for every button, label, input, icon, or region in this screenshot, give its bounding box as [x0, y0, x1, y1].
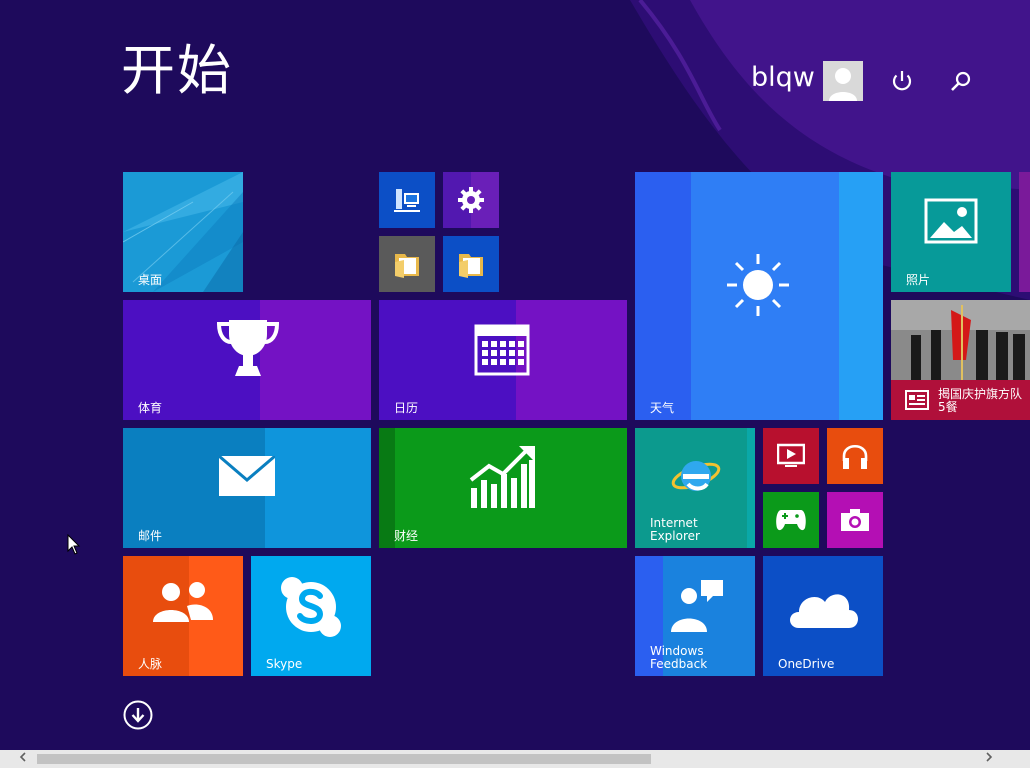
- tile-people[interactable]: 人脉: [123, 556, 243, 676]
- folder-icon: [459, 254, 483, 278]
- feedback-icon: [671, 580, 723, 632]
- horizontal-scrollbar[interactable]: [0, 750, 1030, 768]
- tile-photos[interactable]: 照片: [891, 172, 1011, 292]
- down-arrow-icon: [123, 700, 153, 730]
- tile-file-explorer-2[interactable]: [443, 236, 499, 292]
- search-icon: [951, 71, 971, 91]
- tile-finance[interactable]: 财经: [379, 428, 627, 548]
- tile-label: 邮件: [138, 529, 163, 543]
- newspaper-icon: [905, 390, 929, 410]
- tile-mail[interactable]: 邮件: [123, 428, 371, 548]
- internet-explorer-icon: [671, 461, 721, 491]
- chevron-left-icon: [19, 752, 26, 762]
- folder-icon: [395, 254, 419, 278]
- search-button[interactable]: [946, 66, 976, 96]
- tile-label: 财经: [394, 529, 419, 543]
- tile-label: OneDrive: [778, 657, 835, 671]
- tile-label: Windows Feedback: [650, 644, 708, 671]
- news-photo: [891, 300, 1030, 380]
- power-button[interactable]: [887, 66, 917, 96]
- tile-label: 天气: [650, 401, 675, 415]
- user-name[interactable]: blqw: [751, 64, 815, 91]
- tile-sports[interactable]: 体育: [123, 300, 371, 420]
- tile-windows-feedback[interactable]: Windows Feedback: [635, 556, 755, 676]
- sun-icon: [727, 254, 789, 316]
- tile-label: 人脉: [138, 657, 163, 671]
- tile-label: 桌面: [138, 273, 163, 287]
- tile-internet-explorer[interactable]: Internet Explorer: [635, 428, 755, 548]
- video-icon: [777, 443, 805, 467]
- chart-up-icon: [469, 446, 535, 508]
- tile-weather[interactable]: 天气: [635, 172, 883, 420]
- user-silhouette-icon: [823, 61, 863, 101]
- tile-label: 日历: [394, 401, 419, 415]
- tile-video[interactable]: [763, 428, 819, 484]
- camera-icon: [841, 509, 869, 531]
- tile-skype[interactable]: Skype: [251, 556, 371, 676]
- tile-label: 体育: [138, 401, 163, 415]
- scroll-right-arrow[interactable]: [980, 750, 998, 768]
- tile-games[interactable]: [763, 492, 819, 548]
- skype-icon: [281, 577, 341, 637]
- tile-label: Internet Explorer: [650, 516, 700, 543]
- tile-file-explorer-1[interactable]: [379, 236, 435, 292]
- mail-icon: [219, 456, 275, 496]
- tile-settings[interactable]: [443, 172, 499, 228]
- tile-label: 照片: [906, 273, 931, 287]
- gear-icon: [458, 187, 484, 213]
- gamepad-icon: [776, 510, 806, 531]
- mouse-pointer-icon: [67, 534, 81, 555]
- calendar-icon: [474, 324, 530, 376]
- all-apps-button[interactable]: [123, 700, 153, 730]
- tile-this-pc[interactable]: [379, 172, 435, 228]
- tile-desktop[interactable]: 桌面: [123, 172, 243, 292]
- tile-label: 揭国庆护旗方队 5餐: [938, 387, 1023, 414]
- photo-icon: [924, 198, 978, 244]
- scroll-left-arrow[interactable]: [14, 750, 32, 768]
- tile-onedrive[interactable]: OneDrive: [763, 556, 883, 676]
- people-icon: [153, 582, 213, 622]
- tile-calendar[interactable]: 日历: [379, 300, 627, 420]
- cloud-icon: [790, 594, 858, 628]
- computer-icon: [394, 189, 420, 212]
- power-icon: [892, 71, 912, 91]
- trophy-icon: [216, 320, 280, 376]
- chevron-right-icon: [986, 752, 993, 762]
- avatar[interactable]: [823, 61, 863, 101]
- tile-partial[interactable]: [1019, 172, 1030, 292]
- tile-camera[interactable]: [827, 492, 883, 548]
- tile-music[interactable]: [827, 428, 883, 484]
- headphones-icon: [842, 444, 868, 469]
- start-title: 开始: [121, 39, 233, 102]
- scroll-thumb[interactable]: [37, 754, 651, 764]
- tile-label: Skype: [266, 657, 303, 671]
- tile-news[interactable]: 揭国庆护旗方队 5餐: [891, 300, 1030, 420]
